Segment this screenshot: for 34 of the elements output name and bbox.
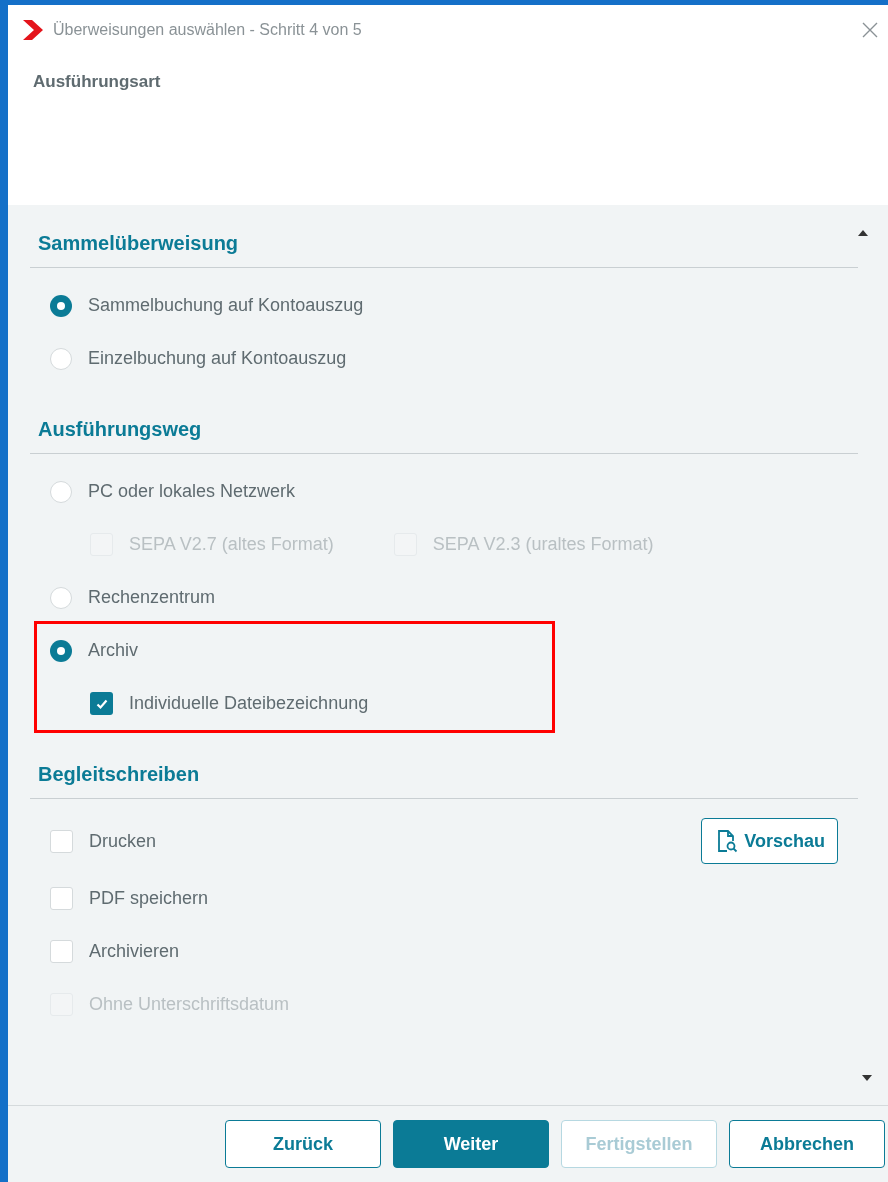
option-label: PDF speichern — [89, 887, 209, 910]
dialog-button[interactable]: Zurück — [225, 1120, 381, 1168]
option-label: Ohne Unterschriftsdatum — [89, 993, 290, 1016]
option-label: SEPA V2.7 (altes Format) — [129, 533, 334, 556]
section-heading: Sammelüberweisung — [38, 232, 239, 254]
radio-button[interactable] — [50, 347, 72, 370]
option-label: Sammelbuchung auf Kontoauszug — [88, 294, 364, 317]
option-label: Archivieren — [89, 940, 180, 963]
radio-button[interactable] — [50, 480, 72, 503]
radio-button[interactable] — [50, 294, 72, 317]
window-title: Überweisungen auswählen - Schritt 4 von 5 — [53, 20, 362, 40]
checkbox[interactable] — [50, 887, 73, 910]
option-label: Archiv — [88, 639, 138, 662]
preview-button[interactable]: Vorschau — [701, 818, 838, 864]
checkbox[interactable] — [50, 940, 73, 963]
dialog-button[interactable]: Abbrechen — [729, 1120, 885, 1168]
option-label: SEPA V2.3 (uraltes Format) — [432, 533, 654, 556]
option-label: Einzelbuchung auf Kontoauszug — [88, 347, 347, 370]
step-title: Ausführungsart — [33, 72, 161, 91]
close-icon[interactable] — [860, 20, 880, 40]
scroll-up-icon — [858, 230, 868, 236]
checkbox[interactable] — [50, 829, 73, 853]
option-label: PC oder lokales Netzwerk — [88, 480, 296, 503]
option-label: Drucken — [89, 829, 157, 853]
radio-button[interactable] — [50, 639, 72, 662]
radio-button[interactable] — [50, 586, 72, 609]
section-heading: Begleitschreiben — [38, 763, 200, 785]
option-label: Individuelle Dateibezeichnung — [129, 692, 369, 715]
section-heading: Ausführungsweg — [38, 418, 202, 440]
scroll-down-icon — [862, 1075, 872, 1081]
checkbox[interactable] — [90, 692, 113, 715]
dialog-button[interactable]: Weiter — [393, 1120, 549, 1168]
option-label: Rechenzentrum — [88, 586, 216, 609]
app-logo-icon — [21, 19, 45, 41]
